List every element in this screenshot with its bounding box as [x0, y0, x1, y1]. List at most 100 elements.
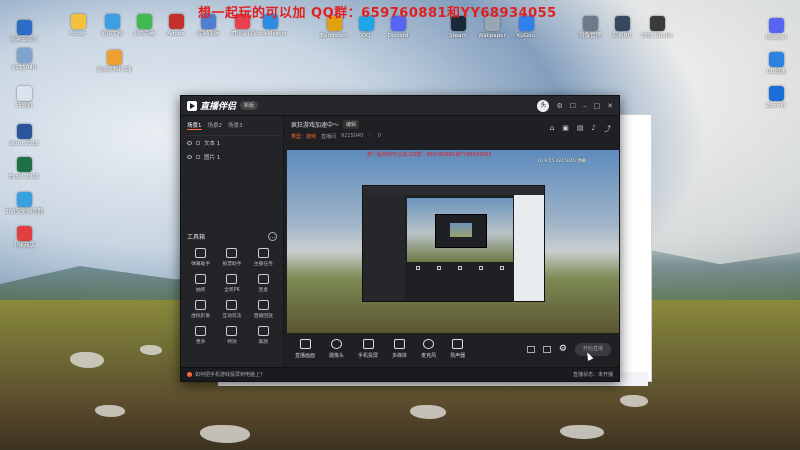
category-label[interactable]: 类型：游戏: [291, 133, 316, 140]
desktop-icon[interactable]: Excel 2016: [2, 157, 46, 180]
preview-watermark: 想一起玩的可以加 QQ群：659760881和YY68934055: [367, 152, 492, 158]
nested-left-panel: [363, 195, 405, 301]
desktop-icon[interactable]: 金山文档PC端: [92, 50, 136, 73]
source-item[interactable]: 图片 1: [181, 150, 283, 164]
media-button[interactable]: 多媒体: [392, 339, 407, 359]
tool-button[interactable]: 连麦: [248, 274, 279, 293]
store-icon: [16, 226, 32, 241]
wallpaper-rock: [95, 405, 125, 417]
recursive-preview-window: [362, 185, 545, 302]
tool-button[interactable]: 美颜: [248, 326, 279, 345]
tool-label: 美颜: [258, 340, 269, 345]
bell-icon[interactable]: ♪: [592, 124, 596, 134]
tool-button[interactable]: 直播回放: [248, 300, 279, 319]
tool-button[interactable]: 投票助手: [216, 248, 247, 267]
control-label: 麦克风: [421, 353, 437, 359]
tool-button[interactable]: 互动玩法: [216, 300, 247, 319]
edit-button[interactable]: 编辑: [343, 120, 360, 129]
wallpaper-rock: [70, 352, 104, 368]
maximize-icon[interactable]: □: [594, 102, 601, 110]
tool-button[interactable]: 全民PK: [216, 274, 247, 293]
nested-preview: [407, 198, 513, 262]
live-title[interactable]: 疯狂游戏加速中～: [291, 120, 339, 129]
visibility-icon[interactable]: [187, 141, 192, 145]
lock-icon[interactable]: [196, 141, 200, 145]
phone-icon: [362, 339, 374, 349]
desktop-icon-label: OBS Studio: [641, 33, 673, 39]
tool-label: 虚拟形象: [191, 314, 211, 319]
start-live-button[interactable]: 开始直播: [575, 342, 611, 356]
footer-tip-link[interactable]: 如何把手机游戏投屏到电脑上？: [195, 371, 265, 378]
tool-button[interactable]: 虚拟形象: [185, 300, 216, 319]
settings-icon[interactable]: ⚙: [559, 344, 567, 354]
desktop-icon-label: Wallpaper: [478, 33, 506, 39]
tool-button[interactable]: 主播任务: [248, 248, 279, 267]
camera-icon: [331, 339, 343, 349]
settings-icon[interactable]: ⚙: [556, 102, 562, 110]
tab-scene-3[interactable]: 场景3: [228, 121, 243, 130]
control-label: 摄像头: [329, 353, 345, 359]
close-icon[interactable]: ✕: [607, 102, 613, 110]
desktop-icon[interactable]: Word 2016: [2, 124, 46, 147]
control-label: 多媒体: [392, 353, 408, 359]
share-icon[interactable]: ⤴: [604, 124, 611, 134]
desktop-icon[interactable]: 360安全浏览器: [2, 192, 46, 215]
stream-preview[interactable]: 想一起玩的可以加 QQ群：659760881和YY68934055 10 9:5…: [287, 150, 619, 333]
record-icon[interactable]: ▣: [562, 124, 569, 134]
toolbox-header: 工具箱 …: [187, 232, 277, 241]
desktop-icon-label: 9215040: [11, 65, 37, 71]
preview-overlay-text: 10 9:55 9215040 弹幕: [537, 159, 587, 164]
lock-icon[interactable]: [196, 155, 200, 159]
tab-scene-2[interactable]: 场景2: [208, 121, 223, 130]
version-badge[interactable]: 新版: [240, 101, 259, 110]
desktop-icon-label: Folder: [69, 31, 87, 37]
desktop-icon[interactable]: OBS Studio: [635, 16, 679, 39]
camera-button[interactable]: 摄像头: [329, 339, 344, 359]
desktop-icon-label: 360安全浏览器: [5, 209, 43, 215]
source-item[interactable]: 文本 1: [181, 136, 283, 150]
beauty-icon: [257, 326, 269, 336]
computer-icon: [16, 86, 32, 101]
nested-title-bar: [363, 186, 544, 195]
toolbox-grid: 弹幕助手 投票助手 主播任务 抽奖 全民PK 连麦 虚拟形象 互动玩法 直播回放…: [185, 248, 279, 345]
desktop-icon[interactable]: 小米商店: [2, 226, 46, 249]
desktop-icon[interactable]: ZoomIt: [754, 86, 798, 109]
discord-icon: [768, 18, 784, 33]
gift-icon[interactable]: ⌂: [550, 124, 554, 134]
streaming-app-window[interactable]: 直播伴侣 新版 头 ⚙ ☐ – □ ✕ 场景1 场景2 场景3 文本 1 图片 …: [180, 95, 620, 382]
desktop-icon[interactable]: 9215040: [2, 48, 46, 71]
speaker-button[interactable]: 扬声器: [450, 339, 465, 359]
desktop-icon-label: 控制面板: [196, 31, 219, 37]
desktop-icon-label: Adobe: [167, 31, 185, 37]
mute-toggle-icon[interactable]: [542, 345, 551, 353]
desktop-icon[interactable]: 网易云音乐: [2, 20, 46, 43]
heart-icon: ♡: [368, 133, 373, 139]
desktop-icon-label: 小米商店: [12, 243, 35, 249]
pk-icon: [226, 274, 238, 284]
minimize-icon[interactable]: –: [583, 102, 587, 110]
record-toggle-icon[interactable]: [526, 345, 535, 353]
title-bar[interactable]: 直播伴侣 新版 头 ⚙ ☐ – □ ✕: [181, 96, 619, 116]
tool-button[interactable]: 弹幕助手: [185, 248, 216, 267]
microphone-button[interactable]: 麦克风: [421, 339, 436, 359]
control-label: 直播画面: [295, 353, 316, 359]
notification-icon[interactable]: ☐: [570, 102, 576, 110]
more-icon[interactable]: …: [268, 232, 277, 241]
tool-button[interactable]: 特效: [216, 326, 247, 345]
background-window[interactable]: [618, 114, 652, 382]
desktop-icon[interactable]: UU加速: [754, 52, 798, 75]
desktop-icon[interactable]: Discord: [754, 18, 798, 41]
desktop-icon-label: UU加速: [766, 69, 786, 75]
desktop-icon[interactable]: 计算机: [2, 86, 46, 109]
visibility-icon[interactable]: [187, 155, 192, 159]
tool-button[interactable]: 抽奖: [185, 274, 216, 293]
phone-cast-button[interactable]: 手机投屏: [358, 339, 378, 359]
tab-scene-1[interactable]: 场景1: [187, 121, 202, 130]
tool-label: 直播回放: [253, 314, 273, 319]
chat-icon[interactable]: ▤: [577, 124, 584, 134]
avatar[interactable]: 头: [537, 99, 550, 112]
tool-button[interactable]: 更多: [185, 326, 216, 345]
screen-button[interactable]: 直播画面: [295, 339, 315, 359]
scene-tabs: 场景1 场景2 场景3: [181, 116, 283, 136]
nested-nested-window: [435, 214, 487, 248]
